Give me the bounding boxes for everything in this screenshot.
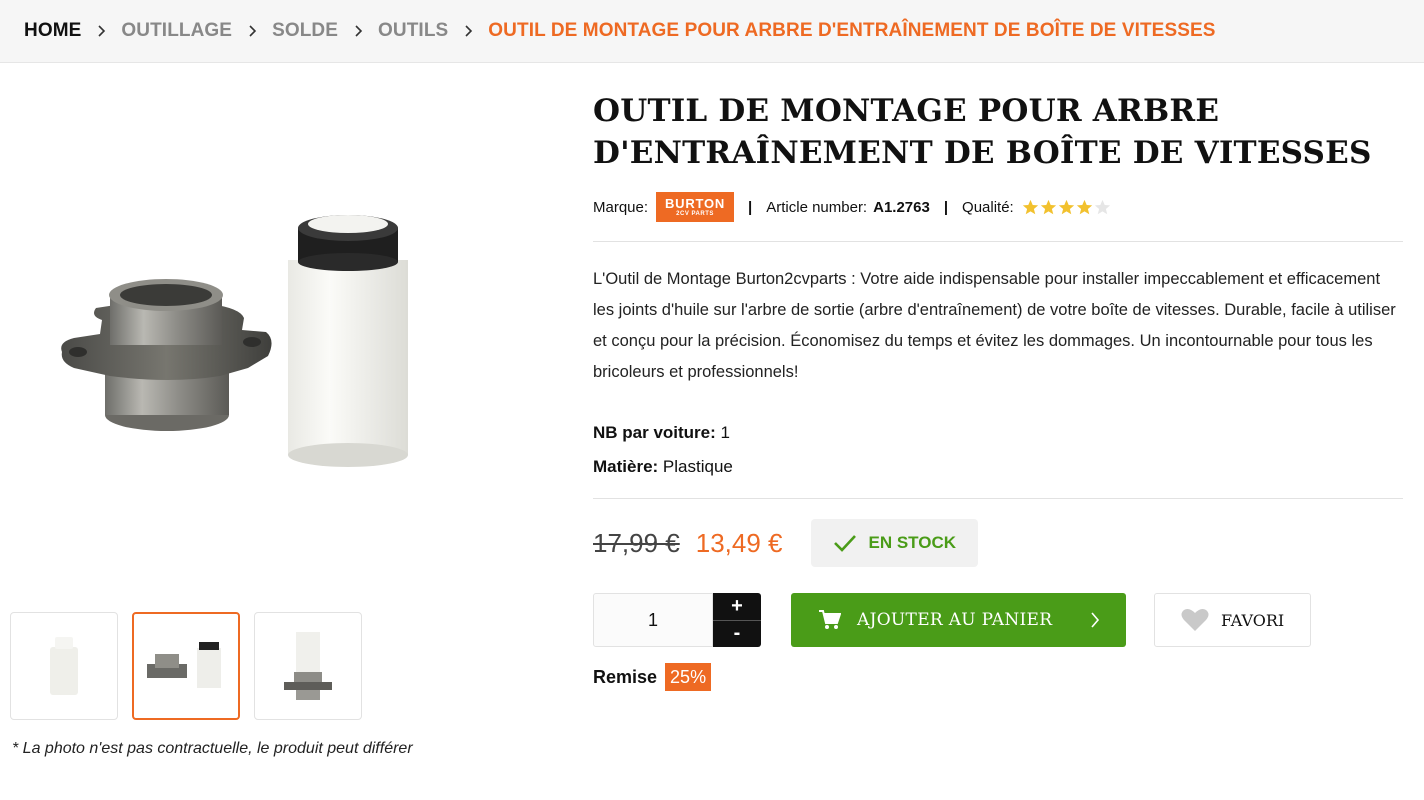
product-title: OUTIL DE MONTAGE POUR ARBRE D'ENTRAÎNEME… [593, 93, 1372, 171]
chevron-right-icon [350, 23, 366, 39]
quantity-decrease-button[interactable]: - [713, 620, 761, 647]
breadcrumb-current: OUTIL DE MONTAGE POUR ARBRE D'ENTRAÎNEME… [488, 20, 1216, 41]
brand-logo-subtext: 2CV PARTS [676, 210, 714, 217]
buy-row: 1 + - AJOUTER AU PANIER FAVORI [593, 593, 1403, 647]
breadcrumb-home[interactable]: HOME [24, 20, 81, 42]
meta-divider: | [748, 198, 753, 216]
star-empty-icon [1094, 199, 1110, 214]
brand-label: Marque: [593, 198, 649, 216]
chevron-right-icon [93, 23, 109, 39]
spec-material-value: Plastique [662, 457, 733, 476]
star-filled-icon [1022, 199, 1038, 214]
add-to-cart-label: AJOUTER AU PANIER [857, 610, 1053, 630]
price-row: 17,99 € 13,49 € EN STOCK [593, 519, 1403, 567]
product-specs: NB par voiture: 1 Matière: Plastique [593, 416, 1403, 484]
stock-label: EN STOCK [868, 533, 957, 552]
breadcrumb-outillage[interactable]: OUTILLAGE [121, 20, 232, 42]
quality-label: Qualité: [962, 198, 1014, 216]
cart-icon [819, 610, 841, 629]
checkmark-icon [833, 535, 856, 552]
chevron-right-icon [460, 23, 476, 39]
discount-row: Remise 25% [593, 663, 1403, 691]
divider [593, 498, 1403, 499]
old-price: 17,99 € [593, 527, 680, 558]
spec-material-label: Matière: [593, 457, 659, 476]
discount-badge: 25% [665, 663, 712, 691]
product-description: L'Outil de Montage Burton2cvparts : Votr… [593, 270, 1396, 381]
breadcrumb: HOME OUTILLAGE SOLDE OUTILS OUTIL DE MON… [0, 0, 1424, 63]
spec-material: Matière: Plastique [593, 450, 1403, 484]
stock-badge: EN STOCK [810, 519, 979, 567]
thumbnail-strip [10, 612, 362, 720]
chevron-right-icon [244, 23, 260, 39]
thumbnail-2[interactable] [132, 612, 240, 720]
divider [593, 241, 1403, 242]
favorite-label: FAVORI [1221, 610, 1285, 630]
article-number: A1.2763 [873, 198, 930, 216]
add-to-cart-button[interactable]: AJOUTER AU PANIER [791, 593, 1126, 647]
current-price: 13,49 € [695, 527, 783, 558]
article-label: Article number: [766, 198, 868, 216]
favorite-button[interactable]: FAVORI [1154, 593, 1311, 647]
quality-rating [1022, 199, 1111, 216]
quantity-increase-button[interactable]: + [713, 593, 761, 621]
brand-logo[interactable]: BURTON 2CV PARTS [656, 192, 735, 222]
breadcrumb-solde[interactable]: SOLDE [272, 20, 338, 42]
spec-nb-per-car: NB par voiture: 1 [593, 416, 1403, 450]
breadcrumb-outils[interactable]: OUTILS [378, 20, 448, 42]
spec-nb-value: 1 [720, 423, 730, 442]
chevron-right-icon [1091, 612, 1100, 628]
quantity-input[interactable]: 1 [593, 593, 713, 647]
star-filled-icon [1058, 199, 1074, 214]
star-filled-icon [1040, 199, 1056, 214]
photo-disclaimer: * La photo n'est pas contractuelle, le p… [12, 740, 413, 757]
heart-icon [1181, 609, 1209, 631]
star-filled-icon [1076, 199, 1092, 214]
product-info: OUTIL DE MONTAGE POUR ARBRE D'ENTRAÎNEME… [593, 90, 1403, 691]
quantity-stepper: + - [713, 593, 761, 647]
discount-label: Remise [593, 666, 658, 687]
product-main-image[interactable] [30, 120, 550, 520]
spec-nb-label: NB par voiture: [593, 423, 716, 442]
brand-logo-text: BURTON [664, 195, 726, 211]
thumbnail-3[interactable] [254, 612, 362, 720]
thumbnail-1[interactable] [10, 612, 118, 720]
product-meta: Marque: BURTON 2CV PARTS | Article numbe… [593, 192, 1403, 222]
meta-divider: | [943, 198, 949, 216]
